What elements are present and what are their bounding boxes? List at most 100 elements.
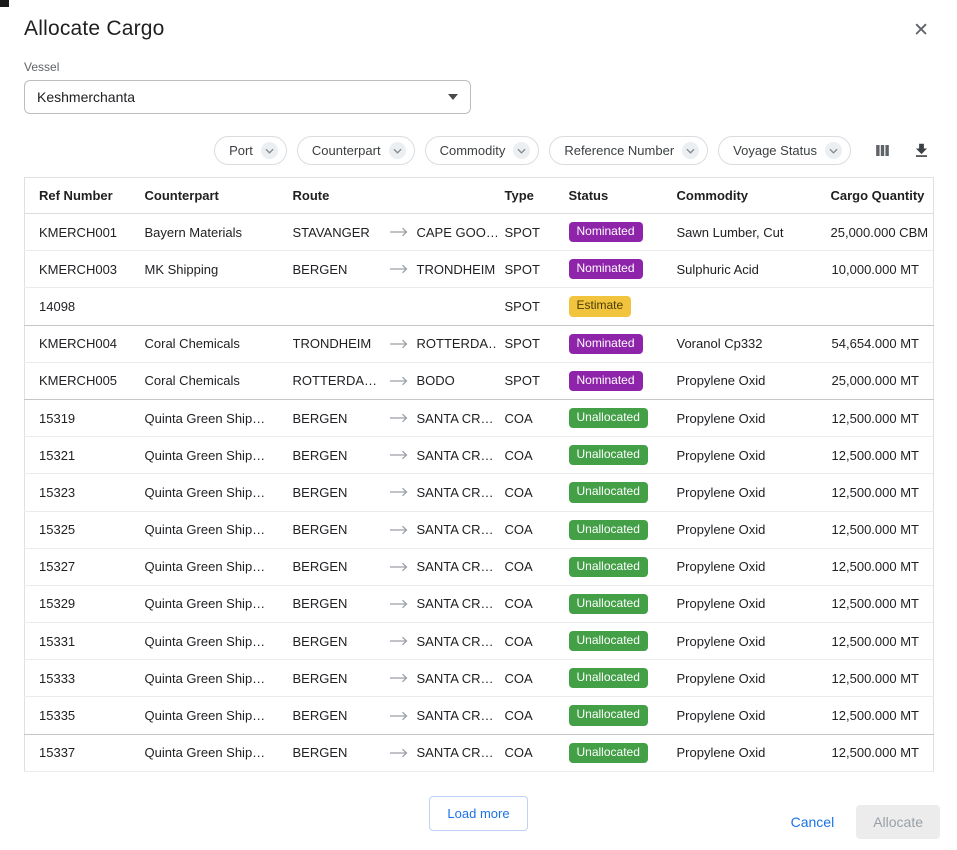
- filter-chip-port[interactable]: Port: [214, 136, 287, 165]
- counterpart-cell: Quinta Green Ship…: [137, 511, 285, 548]
- route-from-port: BERGEN: [293, 411, 381, 426]
- status-badge: Unallocated: [569, 594, 648, 614]
- chevron-down-icon: [261, 142, 278, 159]
- counterpart-cell: Quinta Green Ship…: [137, 474, 285, 511]
- chevron-down-icon: [513, 142, 530, 159]
- route-from-port: TRONDHEIM: [293, 336, 381, 351]
- route-from-port: STAVANGER: [293, 225, 381, 240]
- cargo-quantity-cell: 12,500.000 MT: [823, 474, 934, 511]
- close-icon[interactable]: ✕: [909, 17, 933, 44]
- ref-number-cell: 15329: [25, 585, 137, 622]
- route-from-port: BERGEN: [293, 634, 381, 649]
- filter-chip-reference-number[interactable]: Reference Number: [549, 136, 708, 165]
- commodity-cell: [669, 288, 823, 325]
- status-badge: Nominated: [569, 371, 643, 391]
- filter-bar: Port Counterpart Commodity Reference Num…: [24, 136, 933, 165]
- status-cell: Unallocated: [561, 734, 669, 771]
- chevron-down-icon: [448, 94, 458, 100]
- allocate-button[interactable]: Allocate: [856, 805, 940, 839]
- table-row[interactable]: 15327 Quinta Green Ship… BERGEN SANTA CR…: [25, 548, 934, 585]
- route-cell: ROTTERDA… BODO: [285, 362, 497, 399]
- counterpart-cell: Quinta Green Ship…: [137, 660, 285, 697]
- columns-icon[interactable]: [871, 139, 894, 162]
- type-cell: COA: [497, 511, 561, 548]
- route-cell: BERGEN SANTA CR…: [285, 548, 497, 585]
- route-from-port: BERGEN: [293, 708, 381, 723]
- route-to-port: SANTA CR…: [417, 411, 494, 426]
- type-cell: COA: [497, 623, 561, 660]
- counterpart-cell: Quinta Green Ship…: [137, 697, 285, 734]
- route-to-port: SANTA CR…: [417, 448, 494, 463]
- table-row[interactable]: 15329 Quinta Green Ship… BERGEN SANTA CR…: [25, 585, 934, 622]
- filter-chip-counterpart[interactable]: Counterpart: [297, 136, 415, 165]
- dialog-footer: Cancel Allocate: [791, 805, 940, 839]
- commodity-cell: Propylene Oxid: [669, 511, 823, 548]
- table-row[interactable]: 15337 Quinta Green Ship… BERGEN SANTA CR…: [25, 734, 934, 771]
- download-icon[interactable]: [910, 139, 933, 162]
- type-cell: COA: [497, 697, 561, 734]
- table-row[interactable]: 15319 Quinta Green Ship… BERGEN SANTA CR…: [25, 399, 934, 436]
- type-cell: SPOT: [497, 325, 561, 362]
- route-cell: BERGEN SANTA CR…: [285, 474, 497, 511]
- filter-chip-label: Counterpart: [312, 143, 381, 158]
- route-to-port: SANTA CR…: [417, 634, 494, 649]
- route-cell: BERGEN SANTA CR…: [285, 734, 497, 771]
- table-row[interactable]: KMERCH003 MK Shipping BERGEN TRONDHEIM S…: [25, 251, 934, 288]
- table-row[interactable]: 15323 Quinta Green Ship… BERGEN SANTA CR…: [25, 474, 934, 511]
- cancel-button[interactable]: Cancel: [791, 814, 835, 830]
- ref-number-cell: KMERCH004: [25, 325, 137, 362]
- cargo-quantity-cell: 12,500.000 MT: [823, 623, 934, 660]
- vessel-select[interactable]: Keshmerchanta: [24, 80, 471, 114]
- commodity-cell: Propylene Oxid: [669, 437, 823, 474]
- route-arrow-icon: [389, 525, 409, 535]
- ref-number-cell: 15337: [25, 734, 137, 771]
- col-header-counterpart: Counterpart: [137, 178, 285, 214]
- filter-chip-voyage-status[interactable]: Voyage Status: [718, 136, 851, 165]
- table-row[interactable]: 15335 Quinta Green Ship… BERGEN SANTA CR…: [25, 697, 934, 734]
- table-row[interactable]: 15325 Quinta Green Ship… BERGEN SANTA CR…: [25, 511, 934, 548]
- ref-number-cell: 15333: [25, 660, 137, 697]
- table-row[interactable]: 15333 Quinta Green Ship… BERGEN SANTA CR…: [25, 660, 934, 697]
- route-arrow-icon: [389, 339, 409, 349]
- counterpart-cell: Quinta Green Ship…: [137, 548, 285, 585]
- counterpart-cell: Coral Chemicals: [137, 325, 285, 362]
- table-row[interactable]: 15321 Quinta Green Ship… BERGEN SANTA CR…: [25, 437, 934, 474]
- commodity-cell: Voranol Cp332: [669, 325, 823, 362]
- chevron-down-icon: [682, 142, 699, 159]
- counterpart-cell: Quinta Green Ship…: [137, 399, 285, 436]
- vessel-label: Vessel: [24, 60, 933, 74]
- ref-number-cell: 15335: [25, 697, 137, 734]
- counterpart-cell: Quinta Green Ship…: [137, 623, 285, 660]
- type-cell: COA: [497, 399, 561, 436]
- type-cell: COA: [497, 734, 561, 771]
- table-row[interactable]: 14098 SPOT Estimate: [25, 288, 934, 325]
- table-header-row: Ref Number Counterpart Route Type Status…: [25, 178, 934, 214]
- filter-chip-label: Reference Number: [564, 143, 674, 158]
- commodity-cell: Propylene Oxid: [669, 623, 823, 660]
- commodity-cell: Propylene Oxid: [669, 362, 823, 399]
- table-row[interactable]: KMERCH005 Coral Chemicals ROTTERDA… BODO…: [25, 362, 934, 399]
- ref-number-cell: 15323: [25, 474, 137, 511]
- commodity-cell: Propylene Oxid: [669, 697, 823, 734]
- cargo-quantity-cell: 12,500.000 MT: [823, 585, 934, 622]
- route-from-port: BERGEN: [293, 262, 381, 277]
- ref-number-cell: 14098: [25, 288, 137, 325]
- route-arrow-icon: [389, 748, 409, 758]
- col-header-ref-number: Ref Number: [25, 178, 137, 214]
- status-cell: Unallocated: [561, 660, 669, 697]
- route-cell: BERGEN SANTA CR…: [285, 660, 497, 697]
- ref-number-cell: KMERCH005: [25, 362, 137, 399]
- route-cell: STAVANGER CAPE GOO…: [285, 214, 497, 251]
- status-badge: Unallocated: [569, 557, 648, 577]
- status-badge: Nominated: [569, 259, 643, 279]
- table-row[interactable]: KMERCH001 Bayern Materials STAVANGER CAP…: [25, 214, 934, 251]
- route-to-port: SANTA CR…: [417, 485, 494, 500]
- filter-bar-chips: Port Counterpart Commodity Reference Num…: [214, 136, 851, 165]
- filter-chip-commodity[interactable]: Commodity: [425, 136, 540, 165]
- table-row[interactable]: KMERCH004 Coral Chemicals TRONDHEIM ROTT…: [25, 325, 934, 362]
- page-title: Allocate Cargo: [24, 17, 165, 41]
- table-row[interactable]: 15331 Quinta Green Ship… BERGEN SANTA CR…: [25, 623, 934, 660]
- load-more-button[interactable]: Load more: [429, 796, 527, 831]
- route-cell: BERGEN SANTA CR…: [285, 697, 497, 734]
- route-to-port: SANTA CR…: [417, 708, 494, 723]
